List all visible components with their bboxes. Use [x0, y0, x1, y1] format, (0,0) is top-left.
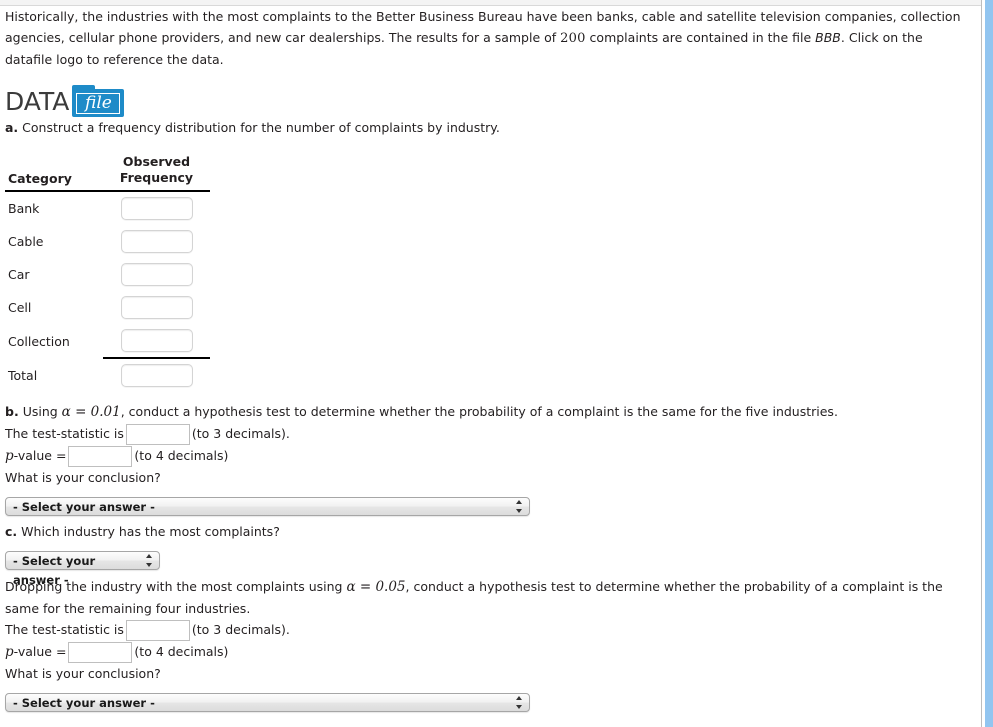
folder-icon: file — [72, 85, 125, 117]
part-a-prompt: a. Construct a frequency distribution fo… — [5, 117, 970, 138]
category-label-cable: Cable — [8, 234, 44, 249]
header-observed-frequency: Observed Frequency — [103, 154, 210, 192]
part-b-p-value-hint: (to 4 decimals) — [134, 448, 229, 463]
part-b-conclusion-select[interactable]: - Select your answer - — [5, 497, 530, 516]
header-observed-line2: Frequency — [119, 170, 194, 185]
datafile-word-data: DATA — [5, 87, 70, 116]
part-a-text: Construct a frequency distribution for t… — [22, 120, 500, 135]
part-c-p-value-line: p-value = (to 4 decimals) — [5, 641, 970, 663]
right-blue-strip — [985, 0, 993, 727]
frequency-input-car[interactable] — [120, 263, 193, 286]
question-page: Historically, the industries with the mo… — [0, 6, 978, 712]
frequency-input-cable[interactable] — [120, 230, 193, 253]
frequency-input-bank[interactable] — [120, 197, 193, 220]
category-label-car: Car — [8, 267, 30, 282]
part-c-industry-select-wrap[interactable]: - Select your answer - — [5, 551, 160, 587]
part-c-p-symbol: p — [5, 644, 14, 660]
table-row: Car — [5, 258, 210, 291]
header-observed-line1: Observed — [122, 154, 191, 169]
part-b-text-before: Using — [22, 404, 62, 419]
part-c-test-statistic-label: The test-statistic is — [5, 622, 124, 637]
table-header-row: Category Observed Frequency — [5, 154, 210, 192]
part-c-text: Which industry has the most complaints? — [21, 524, 280, 539]
table-row: Bank — [5, 191, 210, 225]
table-row: Cell — [5, 291, 210, 324]
part-b-alpha-expression: α = 0.01 — [61, 404, 121, 420]
part-c-prompt: c. Which industry has the most complaint… — [5, 521, 970, 542]
part-c-industry-select[interactable]: - Select your answer - — [5, 551, 160, 587]
frequency-cell-total — [103, 358, 210, 392]
part-c-p-value-label: -value = — [13, 644, 67, 659]
part-b-text-after: , conduct a hypothesis test to determine… — [120, 404, 838, 419]
frequency-cell-bank — [103, 191, 210, 225]
part-b-p-value-label: -value = — [13, 448, 67, 463]
category-label-cell: Cell — [8, 300, 32, 315]
part-c-drop-paragraph: Dropping the industry with the most comp… — [5, 576, 970, 619]
frequency-cell-collection — [103, 324, 210, 359]
part-c-label: c. — [5, 524, 18, 539]
frequency-input-cell[interactable] — [120, 296, 193, 319]
part-c-test-statistic-input[interactable] — [125, 620, 190, 641]
datafile-word-file: file — [84, 93, 112, 113]
frequency-input-total[interactable] — [120, 364, 193, 387]
part-b-p-symbol: p — [5, 448, 14, 464]
datafile-logo-button[interactable]: DATA file — [5, 83, 125, 117]
right-frame-rule — [981, 0, 982, 727]
frequency-cell-cell — [103, 291, 210, 324]
part-c-conclusion-select[interactable]: - Select your answer - — [5, 693, 530, 712]
intro-text-part2: complaints are contained in the file — [585, 30, 816, 45]
part-b-p-value-input[interactable] — [68, 446, 133, 467]
table-row: Cable — [5, 225, 210, 258]
part-b-prompt: b. Using α = 0.01, conduct a hypothesis … — [5, 401, 970, 423]
part-b-test-statistic-hint: (to 3 decimals). — [191, 426, 290, 441]
part-b-conclusion-prompt: What is your conclusion? — [5, 470, 161, 485]
part-c-p-value-input[interactable] — [68, 642, 133, 663]
part-b-test-statistic-label: The test-statistic is — [5, 426, 124, 441]
part-c-p-value-hint: (to 4 decimals) — [134, 644, 229, 659]
part-a-label: a. — [5, 120, 19, 135]
category-label-collection: Collection — [8, 333, 70, 349]
file-name: BBB — [815, 30, 841, 45]
part-b-p-value-line: p-value = (to 4 decimals) — [5, 445, 970, 467]
category-label-bank: Bank — [8, 201, 40, 216]
table-row: Collection — [5, 324, 210, 359]
intro-paragraph: Historically, the industries with the mo… — [5, 6, 970, 70]
part-b-label: b. — [5, 404, 19, 419]
part-c-industry-select-value: - Select your answer - — [13, 554, 96, 587]
part-c-conclusion-select-wrap[interactable]: - Select your answer - — [5, 693, 530, 712]
part-b-test-statistic-input[interactable] — [125, 424, 190, 445]
part-b-conclusion-select-wrap[interactable]: - Select your answer - — [5, 497, 530, 516]
part-b-test-statistic-line: The test-statistic is (to 3 decimals). — [5, 423, 970, 445]
part-c-test-statistic-hint: (to 3 decimals). — [191, 622, 290, 637]
sample-size-value: 200 — [560, 31, 586, 46]
part-c-test-statistic-line: The test-statistic is (to 3 decimals). — [5, 619, 970, 641]
part-c-conclusion-prompt: What is your conclusion? — [5, 666, 161, 681]
frequency-input-collection[interactable] — [120, 329, 193, 352]
frequency-distribution-table: Category Observed Frequency Bank Cable C… — [5, 154, 210, 392]
frequency-cell-car — [103, 258, 210, 291]
table-total-row: Total — [5, 358, 210, 392]
frequency-cell-cable — [103, 225, 210, 258]
part-c-alpha-expression: α = 0.05 — [346, 579, 406, 595]
category-label-total: Total — [8, 367, 38, 383]
part-c-conclusion-select-value: - Select your answer - — [13, 696, 155, 710]
header-category: Category — [5, 154, 103, 192]
part-b-conclusion-select-value: - Select your answer - — [13, 500, 155, 514]
